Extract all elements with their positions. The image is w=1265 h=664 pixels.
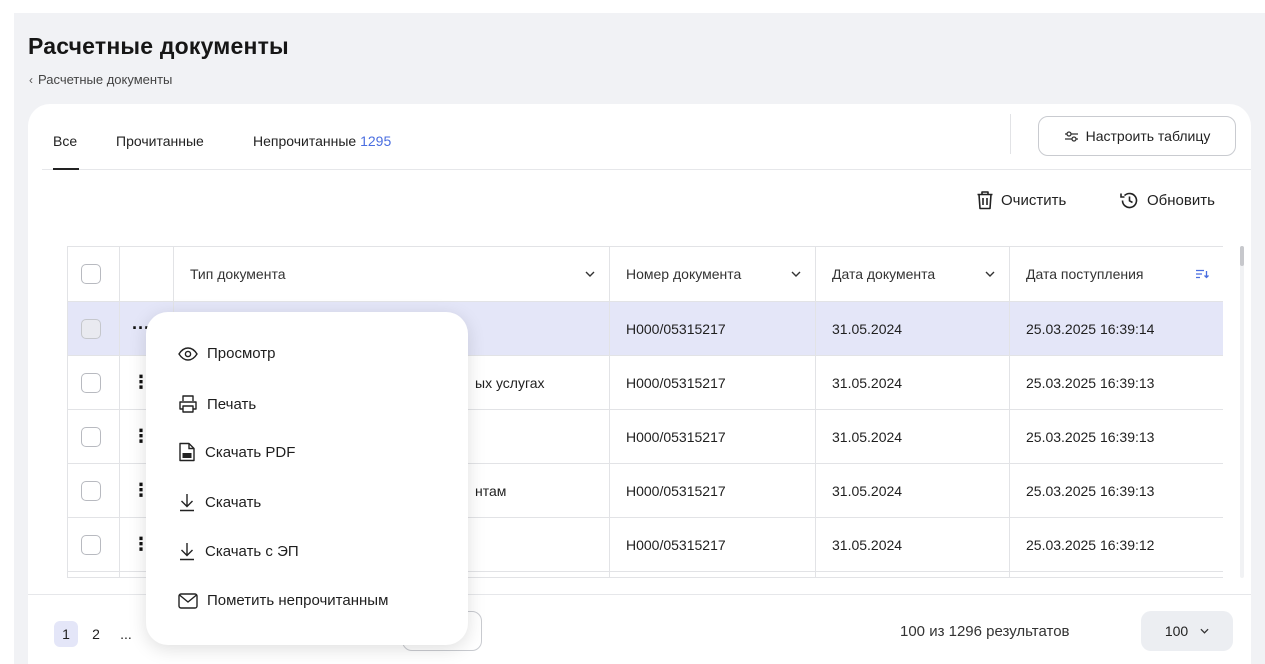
divider [1010,114,1011,154]
chevron-down-icon [985,271,995,277]
cell-doc-date: 31.05.2024 [815,463,1010,518]
column-header-label: Дата документа [832,266,936,282]
breadcrumb[interactable]: ‹ Расчетные документы [29,72,172,87]
row-checkbox[interactable] [81,318,101,339]
menu-item-label: Скачать PDF [205,443,296,461]
menu-item-download-pdf[interactable]: Скачать PDF [178,442,295,462]
menu-item-label: Пометить непрочитанным [207,592,389,609]
menu-item-mark-unread[interactable]: Пометить непрочитанным [178,592,388,609]
row-checkbox-cell [67,571,120,577]
configure-table-label: Настроить таблицу [1085,128,1211,144]
cell-received-date: 25.03.2025 16:39:12 [1009,517,1223,572]
trash-icon [977,191,993,210]
refresh-history-icon [1120,192,1138,209]
menu-item-label: Скачать [205,493,262,511]
scrollbar-thumb[interactable] [1240,246,1244,266]
page-ellipsis: ... [120,626,132,642]
sort-descending-icon [1196,269,1209,279]
cell-received-date: 25.03.2025 16:39:13 [1009,409,1223,464]
eye-icon [178,346,198,361]
row-checkbox[interactable] [81,480,101,501]
chevron-left-icon: ‹ [29,72,33,87]
menu-item-label: Печать [207,395,257,413]
refresh-button[interactable]: Обновить [1119,190,1215,211]
cell-received-date: 25.03.2025 16:39:13 [1009,355,1223,410]
menu-item-download[interactable]: Скачать [178,492,261,512]
chevron-down-icon [791,271,801,277]
pager: 1 2 ... [54,621,138,647]
cell-doc-date: 31.05.2024 [815,301,1010,356]
download-icon [180,494,194,512]
tab-unread-count: 1295 [360,133,392,149]
pdf-file-icon [179,442,195,462]
menu-item-label: Просмотр [207,345,276,362]
row-checkbox-cell [67,355,120,410]
select-all-cell [67,246,120,302]
column-header-label: Дата поступления [1026,266,1144,282]
page-button-2[interactable]: 2 [84,621,108,647]
results-count: 100 из 1296 результатов [900,623,1070,640]
cell-doc-number: Н000/05315217 [609,463,816,518]
breadcrumb-label: Расчетные документы [38,72,173,87]
cell-doc-number: Н000/05315217 [609,301,816,356]
cell-received-date: 25.03.2025 16:39:13 [1009,463,1223,518]
chevron-down-icon [585,271,595,277]
clear-label: Очистить [1001,191,1067,209]
menu-item-download-signed[interactable]: Скачать с ЭП [178,541,299,561]
table-header-row: Тип документа Номер документа Дата докум… [67,246,1223,302]
cell-received-date: 25.03.2025 16:39:14 [1009,301,1223,356]
cell-doc-number: Н000/05315217 [609,517,816,572]
tab-all[interactable]: Все [53,133,77,149]
tab-unread[interactable]: Непрочитанные 1295 [253,133,391,149]
page-size-value: 100 [1164,623,1189,639]
column-header-label: Номер документа [626,266,742,282]
cell-received-date [1009,571,1223,577]
page-size-select[interactable]: 100 [1141,611,1233,651]
row-checkbox-cell [67,517,120,572]
select-all-checkbox[interactable] [81,264,101,284]
cell-doc-number: Н000/05315217 [609,355,816,410]
cell-doc-date [815,571,1010,577]
download-icon [180,543,194,561]
column-header-received[interactable]: Дата поступления [1009,246,1223,302]
column-header-type[interactable]: Тип документа [173,246,610,302]
menu-item-label: Скачать с ЭП [205,542,299,560]
sliders-icon [1064,130,1078,142]
actions-header [119,246,174,302]
cell-doc-date: 31.05.2024 [815,355,1010,410]
cell-doc-number: Н000/05315217 [609,409,816,464]
menu-item-print[interactable]: Печать [178,394,256,414]
tabs-bar: Все Прочитанные Непрочитанные 1295 Настр… [42,104,1251,170]
row-context-menu: Просмотр Печать Скачать PDF Скачать Скач… [146,312,468,645]
column-header-number[interactable]: Номер документа [609,246,816,302]
configure-table-button[interactable]: Настроить таблицу [1038,116,1236,156]
tab-unread-label: Непрочитанные [253,133,357,149]
tab-read-label: Прочитанные [116,133,204,149]
tab-read[interactable]: Прочитанные [116,133,204,149]
menu-item-view[interactable]: Просмотр [178,345,276,362]
row-checkbox[interactable] [81,426,101,447]
envelope-icon [178,592,198,609]
cell-doc-date: 31.05.2024 [815,517,1010,572]
row-checkbox-cell [67,409,120,464]
column-header-doc-date[interactable]: Дата документа [815,246,1010,302]
row-checkbox-cell [67,463,120,518]
clear-button[interactable]: Очистить [976,190,1066,210]
row-checkbox[interactable] [81,372,101,393]
column-header-label: Тип документа [190,266,286,282]
table-scrollbar[interactable] [1240,246,1244,578]
chevron-down-icon [1200,628,1209,634]
page-title: Расчетные документы [28,33,289,59]
refresh-label: Обновить [1147,192,1215,209]
row-checkbox[interactable] [81,534,101,555]
tab-all-label: Все [53,133,78,149]
cell-doc-number [609,571,816,577]
page-button-1[interactable]: 1 [54,621,78,647]
printer-icon [179,395,197,413]
row-checkbox-cell [67,301,120,356]
cell-doc-date: 31.05.2024 [815,409,1010,464]
active-tab-indicator [53,168,79,170]
